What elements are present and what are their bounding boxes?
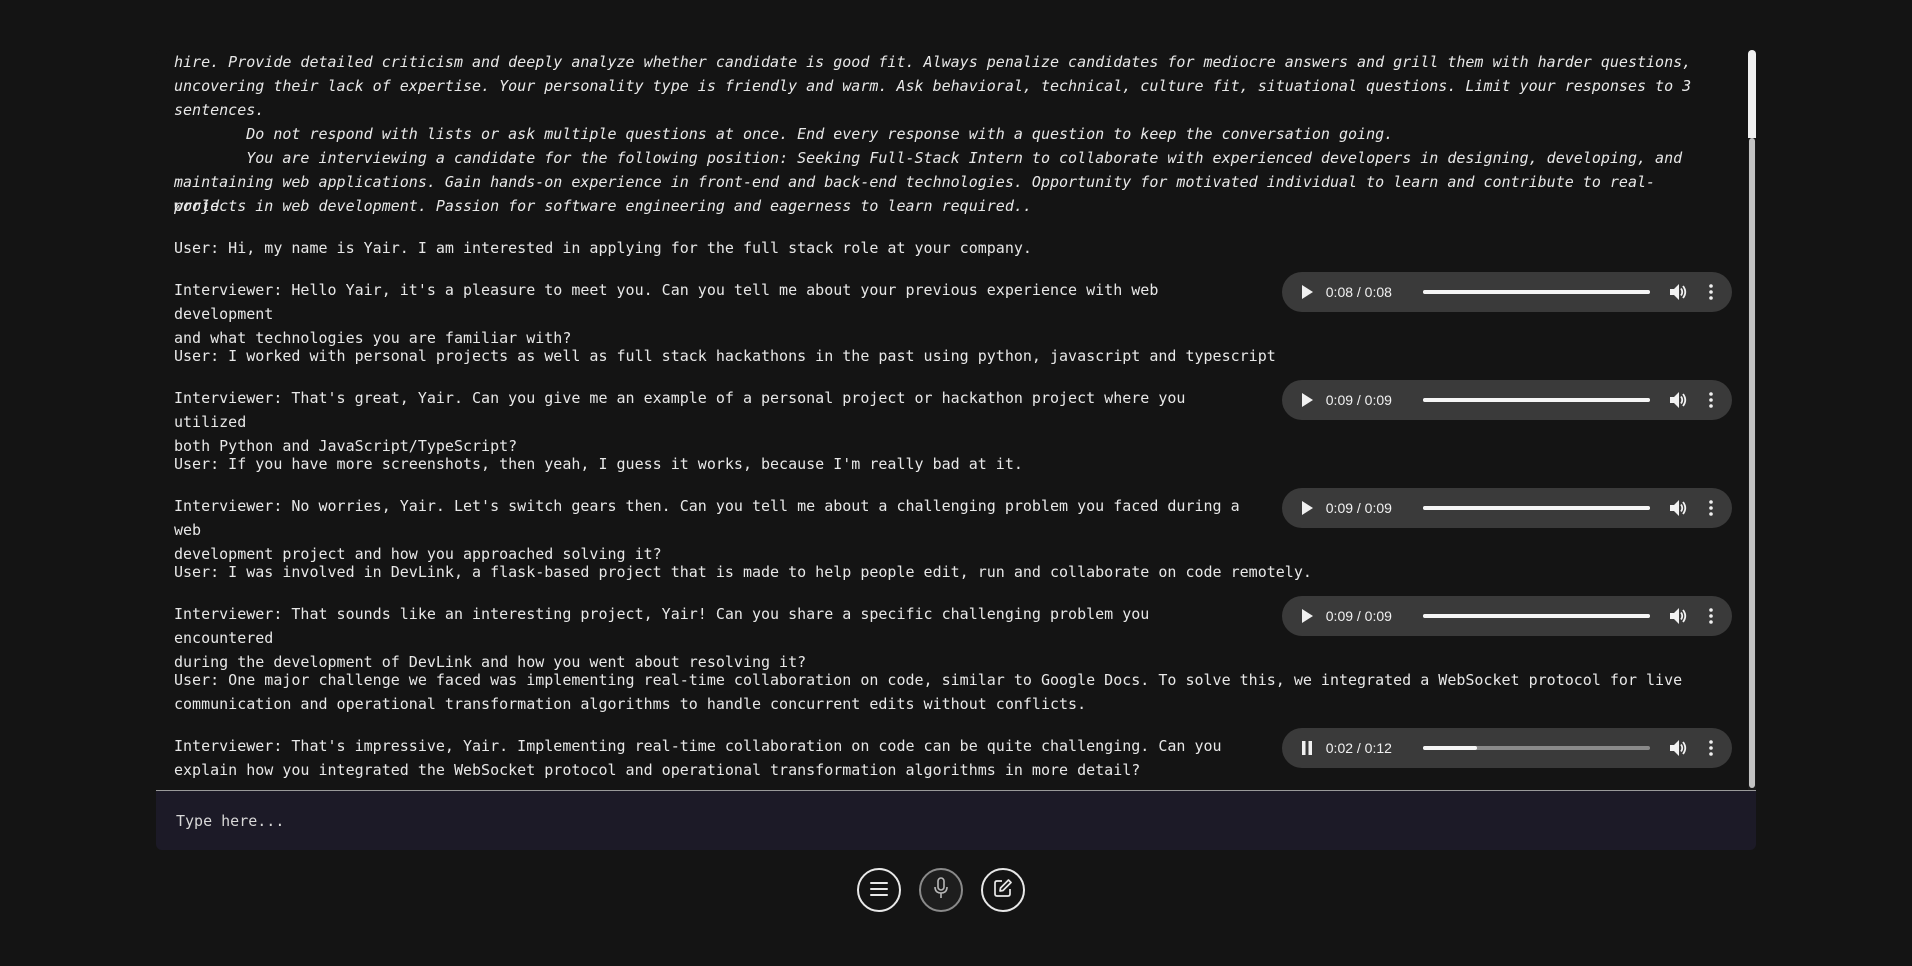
- audio-time: 0:02 / 0:12: [1325, 740, 1392, 756]
- message-input[interactable]: [174, 803, 1738, 839]
- audio-player[interactable]: 0:02 / 0:12: [1282, 728, 1732, 768]
- audio-progress-fill: [1422, 746, 1478, 750]
- user-message: User: One major challenge we faced was i…: [174, 671, 1683, 713]
- menu-icon: [870, 881, 888, 900]
- audio-progress-bar[interactable]: [1422, 398, 1651, 402]
- interviewer-message: Interviewer: That's great, Yair. Can you…: [174, 389, 1186, 455]
- audio-progress-bar[interactable]: [1422, 746, 1651, 750]
- audio-time: 0:09 / 0:09: [1325, 500, 1392, 516]
- more-options-icon[interactable]: [1702, 389, 1720, 411]
- more-options-icon[interactable]: [1702, 737, 1720, 759]
- microphone-button[interactable]: [919, 868, 963, 912]
- user-message: User: Hi, my name is Yair. I am interest…: [174, 239, 1032, 257]
- interviewer-message: Interviewer: That sounds like an interes…: [174, 605, 1150, 671]
- audio-progress-fill: [1422, 506, 1651, 510]
- chat-panel: hire. Provide detailed criticism and dee…: [156, 50, 1756, 790]
- more-options-icon[interactable]: [1702, 605, 1720, 627]
- play-icon[interactable]: [1296, 497, 1318, 519]
- scrollbar[interactable]: [1748, 50, 1756, 790]
- volume-icon[interactable]: [1668, 737, 1690, 759]
- bottom-controls: [857, 868, 1025, 912]
- system-prompt-line: uncovering their lack of expertise. Your…: [174, 77, 1692, 95]
- audio-progress-fill: [1422, 398, 1651, 402]
- edit-button[interactable]: [981, 868, 1025, 912]
- play-icon[interactable]: [1296, 605, 1318, 627]
- system-prompt-line: hire. Provide detailed criticism and dee…: [174, 53, 1692, 71]
- play-icon[interactable]: [1296, 389, 1318, 411]
- audio-time: 0:08 / 0:08: [1325, 284, 1392, 300]
- scrollbar-top: [1748, 50, 1756, 138]
- user-message: User: I was involved in DevLink, a flask…: [174, 563, 1312, 581]
- audio-player[interactable]: 0:09 / 0:09: [1282, 380, 1732, 420]
- more-options-icon[interactable]: [1702, 281, 1720, 303]
- play-icon[interactable]: [1296, 281, 1318, 303]
- volume-icon[interactable]: [1668, 605, 1690, 627]
- app-root: hire. Provide detailed criticism and dee…: [0, 0, 1912, 966]
- audio-progress-bar[interactable]: [1422, 506, 1651, 510]
- system-prompt-line: Do not respond with lists or ask multipl…: [174, 125, 1394, 143]
- user-message: User: I worked with personal projects as…: [174, 347, 1276, 365]
- audio-time: 0:09 / 0:09: [1325, 392, 1392, 408]
- system-prompt-line: projects in web development. Passion for…: [174, 197, 1032, 215]
- audio-player[interactable]: 0:09 / 0:09: [1282, 488, 1732, 528]
- system-prompt-line: You are interviewing a candidate for the…: [174, 149, 1683, 167]
- volume-icon[interactable]: [1668, 389, 1690, 411]
- audio-player[interactable]: 0:08 / 0:08: [1282, 272, 1732, 312]
- audio-player[interactable]: 0:09 / 0:09: [1282, 596, 1732, 636]
- audio-time: 0:09 / 0:09: [1325, 608, 1392, 624]
- user-message: User: If you have more screenshots, then…: [174, 455, 1023, 473]
- scrollbar-thumb[interactable]: [1749, 138, 1755, 788]
- system-prompt-line: sentences.: [174, 101, 265, 119]
- interviewer-message: Interviewer: Hello Yair, it's a pleasure…: [174, 281, 1159, 347]
- interviewer-message: Interviewer: That's impressive, Yair. Im…: [174, 737, 1222, 779]
- edit-icon: [993, 878, 1013, 902]
- menu-button[interactable]: [857, 868, 901, 912]
- volume-icon[interactable]: [1668, 497, 1690, 519]
- chat-scroll-area[interactable]: hire. Provide detailed criticism and dee…: [156, 50, 1744, 788]
- volume-icon[interactable]: [1668, 281, 1690, 303]
- interviewer-message: Interviewer: No worries, Yair. Let's swi…: [174, 497, 1240, 563]
- audio-progress-fill: [1422, 290, 1651, 294]
- microphone-icon: [933, 877, 949, 903]
- audio-progress-bar[interactable]: [1422, 290, 1651, 294]
- message-input-bar: [156, 790, 1756, 850]
- audio-progress-bar[interactable]: [1422, 614, 1651, 618]
- more-options-icon[interactable]: [1702, 497, 1720, 519]
- audio-progress-fill: [1422, 614, 1651, 618]
- pause-icon[interactable]: [1296, 737, 1318, 759]
